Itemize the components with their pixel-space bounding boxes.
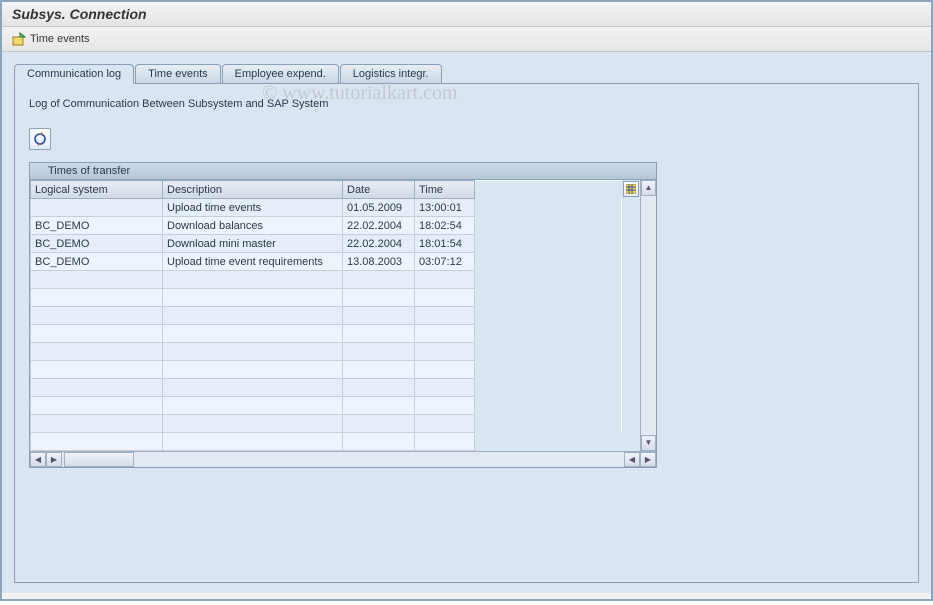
table-row-empty[interactable] [31,379,622,397]
refresh-icon [33,132,47,146]
cell-description[interactable]: Download mini master [163,235,343,253]
tab-logistics-integr[interactable]: Logistics integr. [340,64,442,83]
table-row[interactable]: BC_DEMODownload mini master22.02.200418:… [31,235,622,253]
cell-padding [475,253,622,271]
col-header-logical-system[interactable]: Logical system [31,181,163,199]
table-row-empty[interactable] [31,397,622,415]
cell-date[interactable]: 13.08.2003 [343,253,415,271]
cell-logical-system[interactable]: BC_DEMO [31,217,163,235]
table-row-empty[interactable] [31,307,622,325]
app-toolbar: Time events [2,27,931,52]
cell-padding [475,199,622,217]
scroll-left-button[interactable]: ◀ [30,452,46,467]
hscroll-thumb[interactable] [64,452,134,467]
horizontal-scrollbar[interactable]: ◀ ▶ ◀ ▶ [30,451,656,467]
table-row-empty[interactable] [31,271,622,289]
cell-time[interactable]: 13:00:01 [415,199,475,217]
cell-padding [475,217,622,235]
hscroll-track[interactable] [134,452,624,467]
tabstrip: Communication log Time events Employee e… [2,52,931,83]
cell-description[interactable]: Upload time event requirements [163,253,343,271]
cell-date[interactable]: 01.05.2009 [343,199,415,217]
cell-padding [475,235,622,253]
grid-title: Times of transfer [30,163,656,180]
cell-description[interactable]: Download balances [163,217,343,235]
cell-date[interactable]: 22.02.2004 [343,217,415,235]
transfer-table: Logical system Description Date Time Upl… [30,180,622,451]
cell-date[interactable]: 22.02.2004 [343,235,415,253]
tab-employee-expend[interactable]: Employee expend. [222,64,339,83]
title-bar: Subsys. Connection [2,2,931,27]
tab-time-events[interactable]: Time events [135,64,221,83]
cell-description[interactable]: Upload time events [163,199,343,217]
time-events-icon [12,32,26,46]
content-area: © www.tutorialkart.com Communication log… [2,52,931,593]
col-header-date[interactable]: Date [343,181,415,199]
cell-time[interactable]: 03:07:12 [415,253,475,271]
table-row[interactable]: BC_DEMOUpload time event requirements13.… [31,253,622,271]
tab-communication-log[interactable]: Communication log [14,64,134,84]
cell-time[interactable]: 18:02:54 [415,217,475,235]
tab-panel-communication-log: Log of Communication Between Subsystem a… [14,83,919,583]
page-title: Subsys. Connection [12,6,921,22]
table-row[interactable]: Upload time events01.05.200913:00:01 [31,199,622,217]
table-row-empty[interactable] [31,415,622,433]
scroll-up-button[interactable]: ▲ [641,180,656,196]
col-header-padding [475,181,622,199]
cell-logical-system[interactable]: BC_DEMO [31,235,163,253]
cell-logical-system[interactable] [31,199,163,217]
table-row-empty[interactable] [31,325,622,343]
table-settings-icon [626,184,636,194]
table-row-empty[interactable] [31,433,622,451]
cell-logical-system[interactable]: BC_DEMO [31,253,163,271]
refresh-button[interactable] [29,128,51,150]
panel-description: Log of Communication Between Subsystem a… [29,98,904,110]
table-row-empty[interactable] [31,289,622,307]
toolbar-time-events-label[interactable]: Time events [30,33,90,45]
scroll-right-button-2[interactable]: ▶ [640,452,656,467]
vscroll-track[interactable] [641,196,656,435]
table-row[interactable]: BC_DEMODownload balances22.02.200418:02:… [31,217,622,235]
col-header-time[interactable]: Time [415,181,475,199]
table-row-empty[interactable] [31,361,622,379]
scroll-down-button[interactable]: ▼ [641,435,656,451]
vertical-scrollbar[interactable]: ▲ ▼ [640,180,656,451]
grid-side-toolbar [622,180,640,451]
scroll-left-button-2[interactable]: ◀ [624,452,640,467]
cell-time[interactable]: 18:01:54 [415,235,475,253]
col-header-description[interactable]: Description [163,181,343,199]
scroll-right-button-1[interactable]: ▶ [46,452,62,467]
table-row-empty[interactable] [31,343,622,361]
transfer-grid: Times of transfer Logical system Descrip… [29,162,657,468]
main-window: Subsys. Connection Time events © www.tut… [0,0,933,601]
table-settings-button[interactable] [623,181,639,197]
